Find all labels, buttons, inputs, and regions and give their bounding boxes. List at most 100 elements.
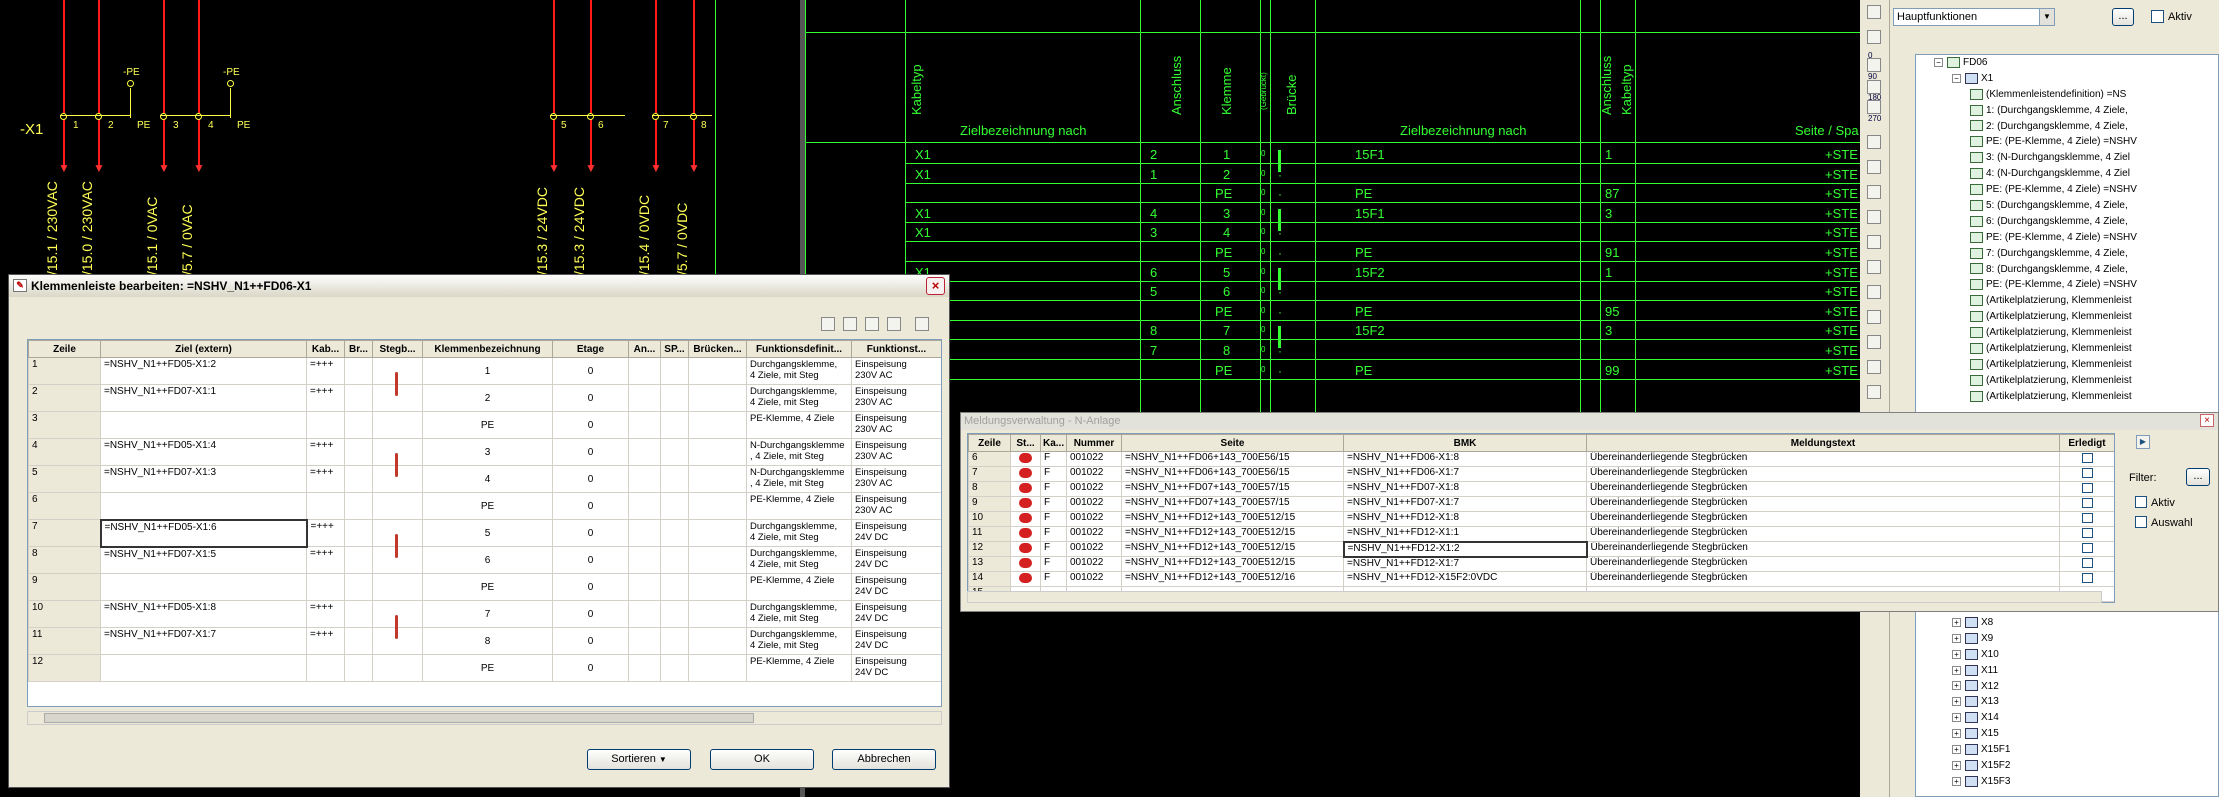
tree-node[interactable]: − X1 [1916,71,2216,87]
an-cell[interactable] [628,384,661,412]
auswahl-checkbox[interactable] [2135,516,2147,528]
status-cell[interactable] [1010,511,1041,527]
bridges-cell[interactable] [688,492,747,520]
sp-cell[interactable] [660,465,689,493]
column-header[interactable]: Ziel (extern) [100,340,307,358]
function-definition-cell[interactable]: N-Durchgangsklemme , 4 Ziele, mit Steg [746,438,852,466]
message-filter-button[interactable]: ... [2186,468,2210,486]
number-cell[interactable]: 001022 [1066,571,1122,587]
cable-cell[interactable] [306,573,345,601]
bridge-cell[interactable] [344,384,373,412]
terminal-name-cell[interactable]: 4 [422,465,553,493]
table-row[interactable]: 6 PE 0 PE-Klemme, 4 Ziele Einspeisung 230V A… [28,492,941,520]
function-text-cell[interactable]: Einspeisung 24V DC [851,519,941,547]
function-definition-cell[interactable]: Durchgangsklemme, 4 Ziele, mit Steg [746,384,852,412]
toolbar-button[interactable] [1867,235,1881,249]
row-number-cell[interactable]: 3 [28,411,101,439]
terminal-name-cell[interactable]: 1 [422,357,553,385]
message-row[interactable]: 6 F 001022 =NSHV_N1++FD06+143_700E56/15 =NSH… [968,451,2114,467]
steg-cell[interactable] [372,357,423,396]
an-cell[interactable] [628,654,661,682]
done-checkbox[interactable] [2081,573,2093,583]
row-number-cell[interactable]: 10 [28,600,101,628]
tree-expander[interactable]: + [1952,633,1961,643]
bridges-cell[interactable] [688,600,747,628]
filter-more-button[interactable]: ... [2112,8,2134,26]
message-scrollbar-horizontal[interactable] [967,591,2102,603]
page-cell[interactable]: =NSHV_N1++FD12+143_700E512/15 [1121,556,1344,572]
target-cell[interactable] [100,573,307,601]
cable-cell[interactable]: =+++ [306,357,345,385]
target-cell[interactable]: =NSHV_N1++FD07-X1:1 [100,384,307,412]
target-cell[interactable]: =NSHV_N1++FD05-X1:8 [100,600,307,628]
tree-expander[interactable]: + [1952,681,1961,691]
an-cell[interactable] [628,627,661,655]
table-row[interactable]: 3 PE 0 PE-Klemme, 4 Ziele Einspeisung 230V A… [28,411,941,439]
column-header[interactable]: St... [1010,434,1041,452]
done-cell[interactable] [2059,556,2114,572]
row-number-cell[interactable]: 8 [28,546,101,574]
steg-cell[interactable] [372,519,423,558]
level-cell[interactable]: 0 [552,411,629,439]
done-checkbox[interactable] [2081,453,2093,463]
message-text-cell[interactable]: Übereinanderliegende Stegbrücken [1586,541,2060,557]
column-header[interactable]: Meldungstext [1586,434,2060,452]
table-row[interactable]: 9 PE 0 PE-Klemme, 4 Ziele Einspeisung 24V DC [28,573,941,601]
level-cell[interactable]: 0 [552,546,629,574]
bridge-cell[interactable] [344,357,373,385]
level-cell[interactable]: 0 [552,627,629,655]
tree-node[interactable]: 8: (Durchgangsklemme, 4 Ziele, [1916,262,2216,278]
number-cell[interactable]: 001022 [1066,451,1122,467]
function-definition-cell[interactable]: Durchgangsklemme, 4 Ziele, mit Steg [746,627,852,655]
row-number-cell[interactable]: 1 [28,357,101,385]
toolbar-button[interactable] [1867,160,1881,174]
bmk-cell[interactable]: =NSHV_N1++FD06-X1:8 [1343,451,1587,467]
page-cell[interactable]: =NSHV_N1++FD06+143_700E56/15 [1121,451,1344,467]
tree-node[interactable]: + X13 [1916,694,2216,710]
toolbar-button[interactable] [1867,100,1881,114]
an-cell[interactable] [628,546,661,574]
bmk-cell[interactable]: =NSHV_N1++FD07-X1:7 [1343,496,1587,512]
cable-cell[interactable] [306,411,345,439]
terminal-name-cell[interactable]: PE [422,411,553,439]
category-cell[interactable]: F [1040,466,1067,482]
column-header[interactable]: Zeile [28,340,101,358]
row-number-cell[interactable]: 11 [28,627,101,655]
level-cell[interactable]: 0 [552,438,629,466]
function-text-cell[interactable]: Einspeisung 230V AC [851,384,941,412]
status-cell[interactable] [1010,556,1041,572]
column-header[interactable]: Nummer [1066,434,1122,452]
target-cell[interactable]: =NSHV_N1++FD05-X1:4 [100,438,307,466]
an-cell[interactable] [628,519,661,547]
steg-cell[interactable] [372,492,423,520]
status-cell[interactable] [1010,571,1041,587]
bridges-cell[interactable] [688,465,747,493]
toolbar-button[interactable] [1867,58,1881,72]
category-cell[interactable]: F [1040,481,1067,497]
row-number-cell[interactable]: 10 [968,511,1011,527]
terminal-diagram-table[interactable]: Kabeltyp Anschluss Klemme (Gebrückt) Brücke A… [805,0,1860,420]
toolbar-button[interactable] [1867,285,1881,299]
aktiv-checkbox[interactable] [2151,10,2164,23]
message-row[interactable]: 10 F 001022 =NSHV_N1++FD12+143_700E512/15 =N… [968,511,2114,527]
close-icon[interactable]: × [926,277,945,295]
tree-node[interactable]: (Artikelplatzierung, Klemmenleist [1916,357,2216,373]
tree-node[interactable]: PE: (PE-Klemme, 4 Ziele) =NSHV [1916,277,2216,293]
toolbar-button[interactable] [1867,135,1881,149]
bmk-cell[interactable]: =NSHV_N1++FD12-X15F2:0VDC [1343,571,1587,587]
done-checkbox[interactable] [2081,498,2093,508]
toolbar-button[interactable] [1867,5,1881,19]
tree-node[interactable]: (Artikelplatzierung, Klemmenleist [1916,325,2216,341]
message-row[interactable]: 8 F 001022 =NSHV_N1++FD07+143_700E57/15 =NSH… [968,481,2114,497]
level-cell[interactable]: 0 [552,654,629,682]
bridge-cell[interactable] [344,627,373,655]
tree-node[interactable]: − FD06 [1916,55,2216,71]
cable-cell[interactable]: =+++ [306,465,345,493]
done-cell[interactable] [2059,451,2114,467]
column-header[interactable]: Ka... [1040,434,1067,452]
level-cell[interactable]: 0 [552,519,629,547]
tree-expander[interactable]: − [1934,57,1943,67]
row-number-cell[interactable]: 12 [968,541,1011,557]
move-up-icon[interactable] [843,317,857,331]
category-cell[interactable]: F [1040,451,1067,467]
